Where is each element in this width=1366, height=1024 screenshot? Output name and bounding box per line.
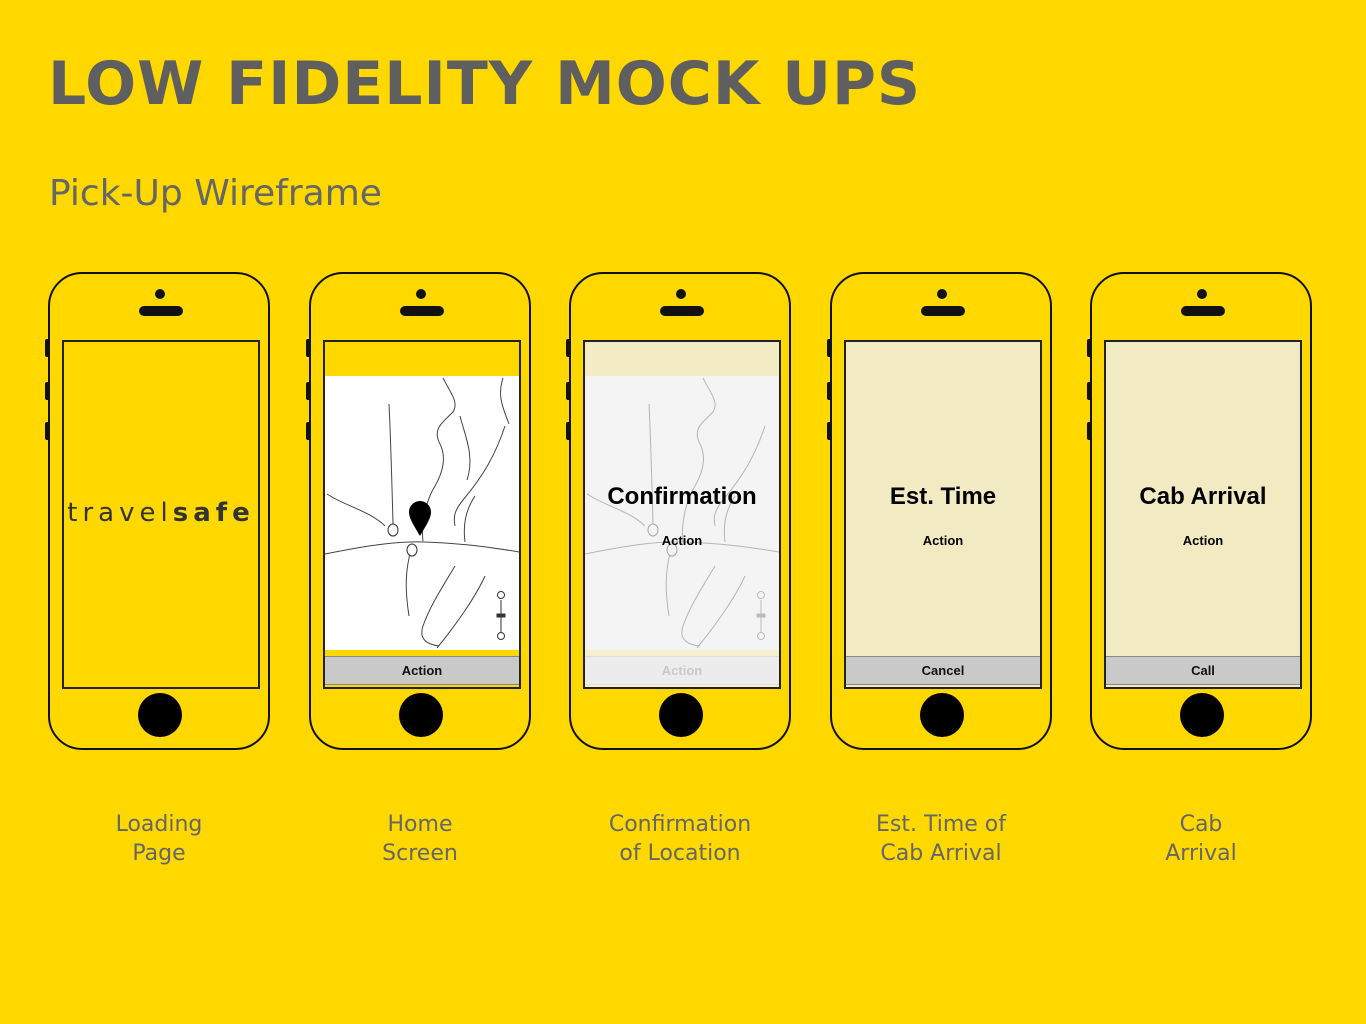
- speaker-icon: [139, 306, 183, 316]
- camera-icon: [937, 289, 947, 299]
- phone-est-time: Est. Time Action Cancel: [827, 272, 1052, 750]
- travelsafe-logo: travelsafe: [67, 498, 255, 528]
- phone-confirmation: Confirmation Action Action: [566, 272, 791, 750]
- camera-icon: [155, 289, 165, 299]
- phone-side-button: [566, 339, 570, 357]
- action-button[interactable]: Action: [325, 656, 519, 685]
- caption-home-screen: Home Screen: [382, 812, 458, 866]
- caption-cab-arrival: Cab Arrival: [1165, 812, 1237, 866]
- cab-arrival-action-text[interactable]: Action: [1106, 533, 1300, 548]
- speaker-icon: [921, 306, 965, 316]
- phone-side-button: [45, 339, 49, 357]
- zoom-in-icon: [497, 591, 505, 599]
- phone-side-button: [827, 422, 831, 440]
- home-button[interactable]: [659, 693, 703, 737]
- zoom-slider: [496, 591, 506, 640]
- zoom-out-icon: [497, 632, 505, 640]
- phone-home-screen: Action: [306, 272, 531, 750]
- action-button-disabled: Action: [585, 656, 779, 685]
- est-time-action-text[interactable]: Action: [846, 533, 1040, 548]
- cab-arrival-heading: Cab Arrival: [1139, 483, 1267, 510]
- confirmation-action-text[interactable]: Action: [585, 533, 779, 548]
- call-button[interactable]: Call: [1106, 656, 1300, 685]
- caption-loading-page: Loading Page: [115, 812, 203, 866]
- top-bar: [585, 342, 779, 376]
- phone-side-button: [306, 422, 310, 440]
- phone-side-button: [1087, 382, 1091, 400]
- map-view[interactable]: [325, 376, 519, 650]
- confirmation-heading: Confirmation: [607, 483, 757, 510]
- screen: Est. Time Action Cancel: [844, 340, 1042, 689]
- phone-side-button: [1087, 339, 1091, 357]
- screen: travelsafe: [62, 340, 260, 689]
- phone-cab-arrival: Cab Arrival Action Call: [1087, 272, 1312, 750]
- phone-side-button: [306, 339, 310, 357]
- home-button[interactable]: [138, 693, 182, 737]
- est-time-heading: Est. Time: [889, 483, 997, 510]
- phone-side-button: [45, 422, 49, 440]
- cancel-button[interactable]: Cancel: [846, 656, 1040, 685]
- home-button[interactable]: [399, 693, 443, 737]
- screen: Cab Arrival Action Call: [1104, 340, 1302, 689]
- phone-side-button: [1087, 422, 1091, 440]
- camera-icon: [676, 289, 686, 299]
- home-button[interactable]: [1180, 693, 1224, 737]
- map-view-faded: [585, 376, 779, 650]
- phone-side-button: [566, 382, 570, 400]
- page-subtitle: Pick-Up Wireframe: [49, 173, 382, 214]
- map-pin-icon: [409, 501, 431, 536]
- home-button[interactable]: [920, 693, 964, 737]
- top-bar: [325, 342, 519, 376]
- phone-side-button: [306, 382, 310, 400]
- speaker-icon: [400, 306, 444, 316]
- phone-side-button: [566, 422, 570, 440]
- camera-icon: [1197, 289, 1207, 299]
- phone-side-button: [827, 339, 831, 357]
- phone-loading-page: travelsafe: [45, 272, 270, 750]
- speaker-icon: [1181, 306, 1225, 316]
- caption-confirmation: Confirmation of Location: [608, 812, 752, 866]
- page-title: LOW FIDELITY MOCK UPS: [48, 49, 922, 119]
- screen: Confirmation Action Action: [583, 340, 781, 689]
- caption-est-time: Est. Time of Cab Arrival: [875, 812, 1006, 866]
- camera-icon: [416, 289, 426, 299]
- location-marker: [387, 523, 399, 537]
- location-marker: [406, 543, 418, 557]
- phone-side-button: [827, 382, 831, 400]
- screen: Action: [323, 340, 521, 689]
- speaker-icon: [660, 306, 704, 316]
- phone-side-button: [45, 382, 49, 400]
